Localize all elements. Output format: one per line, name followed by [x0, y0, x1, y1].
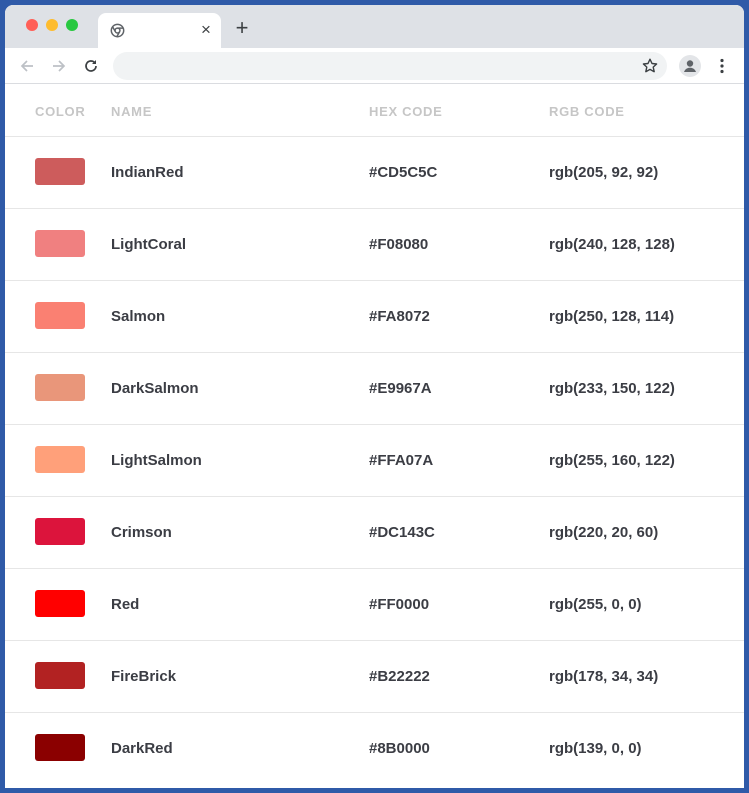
color-table: COLOR NAME HEX CODE RGB CODE IndianRed #…: [5, 85, 744, 788]
reload-icon[interactable]: [82, 57, 100, 75]
header-color: COLOR: [35, 104, 86, 119]
color-name: DarkRed: [111, 740, 173, 757]
color-name: Salmon: [111, 308, 166, 325]
table-row: LightSalmon #FFA07A rgb(255, 160, 122): [5, 425, 744, 497]
rgb-code: rgb(220, 20, 60): [549, 524, 659, 541]
hex-code: #B22222: [369, 668, 430, 685]
hex-code: #CD5C5C: [369, 164, 438, 181]
plus-icon[interactable]: +: [233, 17, 251, 39]
rgb-code: rgb(205, 92, 92): [549, 164, 659, 181]
color-name: LightSalmon: [111, 452, 202, 469]
close-icon[interactable]: ×: [198, 21, 214, 38]
hex-code: #8B0000: [369, 740, 430, 757]
hex-code: #FA8072: [369, 308, 430, 325]
color-swatch: [35, 662, 85, 689]
table-row: DarkSalmon #E9967A rgb(233, 150, 122): [5, 353, 744, 425]
rgb-code: rgb(255, 0, 0): [549, 596, 642, 613]
rgb-code: rgb(240, 128, 128): [549, 236, 675, 253]
header-rgb-code: RGB CODE: [549, 104, 625, 119]
hex-code: #F08080: [369, 236, 429, 253]
back-arrow-icon[interactable]: [18, 57, 36, 75]
hex-code: #E9967A: [369, 380, 432, 397]
profile-icon[interactable]: [679, 55, 701, 77]
color-swatch: [35, 374, 85, 401]
table-row: LightCoral #F08080 rgb(240, 128, 128): [5, 209, 744, 281]
color-swatch: [35, 446, 85, 473]
table-row: IndianRed #CD5C5C rgb(205, 92, 92): [5, 137, 744, 209]
table-header: COLOR NAME HEX CODE RGB CODE: [5, 85, 744, 137]
minimize-window-button[interactable]: [46, 19, 58, 31]
table-row: Red #FF0000 rgb(255, 0, 0): [5, 569, 744, 641]
color-swatch: [35, 230, 85, 257]
table-row: FireBrick #B22222 rgb(178, 34, 34): [5, 641, 744, 713]
color-name: DarkSalmon: [111, 380, 199, 397]
table-row: DarkRed #8B0000 rgb(139, 0, 0): [5, 713, 744, 785]
color-name: Red: [111, 596, 140, 613]
rgb-code: rgb(139, 0, 0): [549, 740, 642, 757]
color-swatch: [35, 590, 85, 617]
browser-toolbar: [5, 48, 744, 84]
forward-arrow-icon[interactable]: [50, 57, 68, 75]
star-icon[interactable]: [641, 57, 659, 75]
browser-window: × + COLOR NAME HEX CODE RGB CODE IndianR…: [5, 5, 744, 788]
address-bar[interactable]: [113, 52, 667, 80]
color-swatch: [35, 734, 85, 761]
rgb-code: rgb(233, 150, 122): [549, 380, 675, 397]
table-row: Salmon #FA8072 rgb(250, 128, 114): [5, 281, 744, 353]
header-hex-code: HEX CODE: [369, 104, 443, 119]
table-row: Crimson #DC143C rgb(220, 20, 60): [5, 497, 744, 569]
color-name: IndianRed: [111, 164, 184, 181]
color-swatch: [35, 302, 85, 329]
rgb-code: rgb(255, 160, 122): [549, 452, 675, 469]
tab-strip: × +: [5, 5, 744, 48]
maximize-window-button[interactable]: [66, 19, 78, 31]
hex-code: #DC143C: [369, 524, 435, 541]
color-name: LightCoral: [111, 236, 186, 253]
active-tab[interactable]: ×: [98, 13, 221, 48]
rgb-code: rgb(250, 128, 114): [549, 308, 675, 325]
color-name: FireBrick: [111, 668, 177, 685]
rgb-code: rgb(178, 34, 34): [549, 668, 659, 685]
chrome-icon: [110, 23, 125, 38]
kebab-menu-icon[interactable]: [713, 57, 731, 75]
hex-code: #FFA07A: [369, 452, 434, 469]
color-swatch: [35, 518, 85, 545]
color-swatch: [35, 158, 85, 185]
header-name: NAME: [111, 104, 153, 119]
hex-code: #FF0000: [369, 596, 430, 613]
close-window-button[interactable]: [26, 19, 38, 31]
color-name: Crimson: [111, 524, 172, 541]
